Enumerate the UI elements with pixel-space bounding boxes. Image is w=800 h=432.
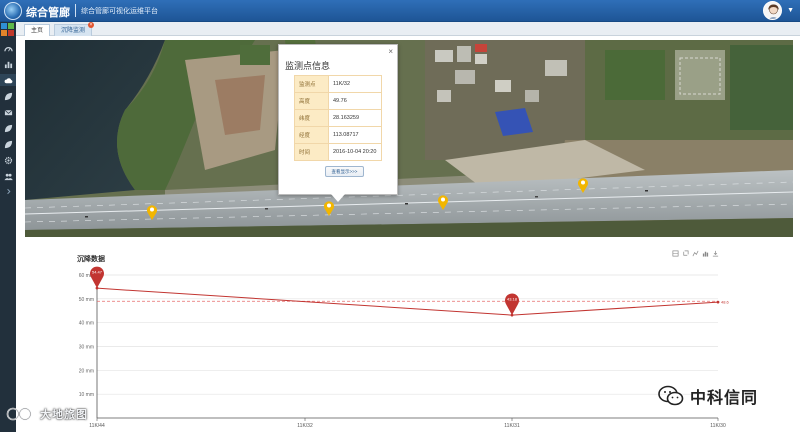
info-value: 49.76 <box>328 92 382 110</box>
info-key: 监测点 <box>294 75 329 93</box>
wechat-icon <box>658 385 684 406</box>
info-value: 113.08717 <box>328 126 382 144</box>
satellite-map[interactable] <box>25 40 793 237</box>
users-icon <box>3 173 13 180</box>
monitor-point-pin-icon[interactable] <box>146 204 158 220</box>
y-tick-label: 50 mm <box>79 297 94 303</box>
leaf-icon <box>4 92 12 100</box>
info-row: 时间 2016-10-04 20:20 <box>294 143 382 161</box>
leaf-icon <box>4 124 12 132</box>
zoom-reset-icon[interactable] <box>682 250 689 257</box>
travel-logo-icon <box>6 407 32 421</box>
data-label: 43.18 <box>507 297 518 302</box>
app-title: 综合管廊 <box>26 7 70 19</box>
user-avatar-icon[interactable] <box>763 1 782 20</box>
x-tick-label: 11K/44 <box>89 423 105 429</box>
info-row: 经度 113.08717 <box>294 126 382 144</box>
tab-settlement[interactable]: 沉降监测 × <box>54 22 95 36</box>
sidebar-item-mail[interactable] <box>0 106 16 118</box>
monitor-info-popup: × 监测点信息 监测点 11K/32 高度 49.76 纬度 28.163259 经度… <box>278 44 398 202</box>
info-key: 经度 <box>294 126 329 144</box>
watermark-left-text: 大地旅图 <box>40 409 88 421</box>
speedometer-icon <box>3 46 13 51</box>
envelope-icon <box>4 109 12 115</box>
cloud-icon <box>4 77 12 83</box>
chevron-right-icon <box>6 188 10 194</box>
close-icon[interactable]: × <box>388 47 393 56</box>
app-logo <box>4 2 22 20</box>
data-label: 48.6 <box>721 300 730 305</box>
leaf-icon <box>4 140 12 148</box>
app-subtitle: 综合管廊可视化运维平台 <box>81 8 158 15</box>
line-chart-icon[interactable] <box>692 250 699 257</box>
monitor-point-pin-icon[interactable] <box>323 200 335 216</box>
chart-toolbox <box>672 250 719 258</box>
info-value: 28.163259 <box>328 109 382 127</box>
y-tick-label: 40 mm <box>79 321 94 327</box>
gear-icon <box>4 156 12 164</box>
bar-chart-icon <box>4 61 12 68</box>
chevron-down-icon[interactable]: ▼ <box>787 7 794 14</box>
monitor-point-pin-icon[interactable] <box>577 177 589 193</box>
info-row: 高度 49.76 <box>294 92 382 110</box>
info-row: 监测点 11K/32 <box>294 75 382 93</box>
info-key: 时间 <box>294 143 329 161</box>
sidebar-item-users[interactable] <box>0 170 16 182</box>
sidebar-item-cloud[interactable] <box>0 74 16 86</box>
tab-close-icon[interactable]: × <box>88 22 95 28</box>
sidebar-item-stats[interactable] <box>0 58 16 70</box>
top-header: 综合管廊 综合管廊可视化运维平台 ▼ <box>0 0 800 22</box>
popup-title: 监测点信息 <box>285 61 331 71</box>
sidebar-item-leaf-1[interactable] <box>0 90 16 102</box>
info-row: 纬度 28.163259 <box>294 109 382 127</box>
tab-home[interactable]: 主页 <box>24 24 51 36</box>
sidebar-item-leaf-3[interactable] <box>0 138 16 150</box>
bar-chart-icon[interactable] <box>702 250 709 257</box>
data-label: 54.47 <box>92 270 103 275</box>
sidebar-item-dashboard[interactable] <box>0 42 16 54</box>
watermark-right-text: 中科信同 <box>690 390 759 407</box>
view-detail-button[interactable]: 查看显示>>> <box>325 166 364 177</box>
header-divider <box>75 4 76 17</box>
y-tick-label: 30 mm <box>79 345 94 351</box>
download-icon[interactable] <box>712 250 719 257</box>
section-title: 沉降数据 <box>77 256 105 263</box>
tab-bar: 主页 沉降监测 × <box>16 22 800 36</box>
info-key: 纬度 <box>294 109 329 127</box>
sidebar-item-leaf-2[interactable] <box>0 122 16 134</box>
info-table: 监测点 11K/32 高度 49.76 纬度 28.163259 经度 113.0871… <box>294 75 382 161</box>
x-tick-label: 11K/31 <box>504 423 520 429</box>
sidebar-item-settings[interactable] <box>0 154 16 166</box>
monitor-point-pin-icon[interactable] <box>437 194 449 210</box>
tab-settlement-label: 沉降监测 <box>61 28 86 34</box>
info-key: 高度 <box>294 92 329 110</box>
watermark-left: 大地旅图 <box>6 406 88 422</box>
satellite-imagery <box>25 40 793 237</box>
x-tick-label: 11K/32 <box>297 423 313 429</box>
info-value: 11K/32 <box>328 75 382 93</box>
y-tick-label: 10 mm <box>79 392 94 398</box>
info-value: 2016-10-04 20:20 <box>328 143 382 161</box>
zoom-icon[interactable] <box>672 250 679 257</box>
data-point <box>716 300 720 304</box>
y-tick-label: 20 mm <box>79 368 94 374</box>
watermark-right: 中科信同 <box>658 384 758 408</box>
tiles-icon[interactable] <box>1 23 15 37</box>
sidebar-expand[interactable] <box>0 185 16 197</box>
x-tick-label: 11K/30 <box>710 423 726 429</box>
series-line <box>96 287 719 316</box>
